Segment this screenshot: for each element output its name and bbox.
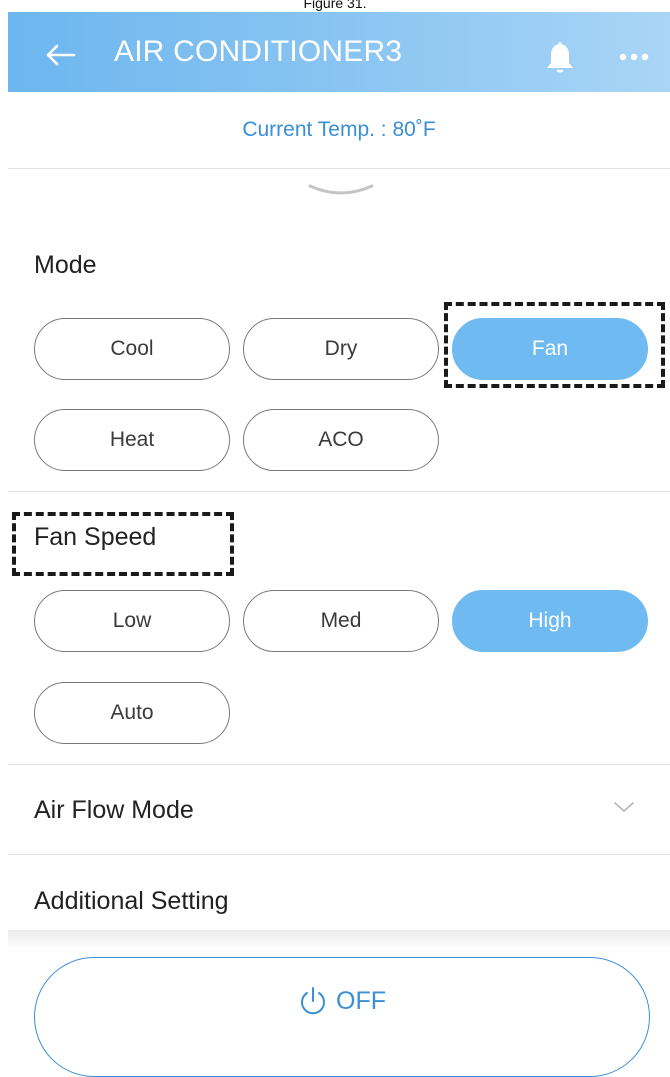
highlight-box-fan [444,302,665,388]
page-title: AIR CONDITIONER3 [114,35,403,68]
divider [8,764,670,765]
divider [8,168,670,169]
fan-speed-option-med[interactable]: Med [243,590,439,652]
current-temperature: Current Temp. : 80˚F [242,118,436,141]
chevron-down-icon [308,184,374,195]
more-icon [619,53,649,61]
mode-title: Mode [34,251,97,279]
air-flow-mode-row[interactable]: Air Flow Mode [34,795,194,825]
fan-speed-option-auto[interactable]: Auto [34,682,230,744]
fan-speed-option-low[interactable]: Low [34,590,230,652]
additional-setting-row[interactable]: Additional Setting [34,886,229,916]
mode-option-aco[interactable]: ACO [243,409,439,471]
back-button[interactable] [44,43,76,67]
chevron-down-icon[interactable] [613,800,635,814]
notification-button[interactable] [543,40,577,76]
power-off-button[interactable]: OFF [34,957,650,1077]
highlight-box-fan-speed [12,512,234,576]
collapse-toggle[interactable] [306,180,376,202]
mode-option-heat[interactable]: Heat [34,409,230,471]
back-arrow-icon [46,44,76,66]
mode-option-cool[interactable]: Cool [34,318,230,380]
mode-option-dry[interactable]: Dry [243,318,439,380]
power-button-label: OFF [336,987,386,1015]
footer-shadow [8,930,670,950]
fan-speed-option-high[interactable]: High [452,590,648,652]
app-header: AIR CONDITIONER3 [8,12,670,92]
more-options-button[interactable] [618,50,650,62]
divider [8,854,670,855]
bell-icon [547,42,573,73]
divider [8,491,670,492]
power-icon [301,987,325,1015]
